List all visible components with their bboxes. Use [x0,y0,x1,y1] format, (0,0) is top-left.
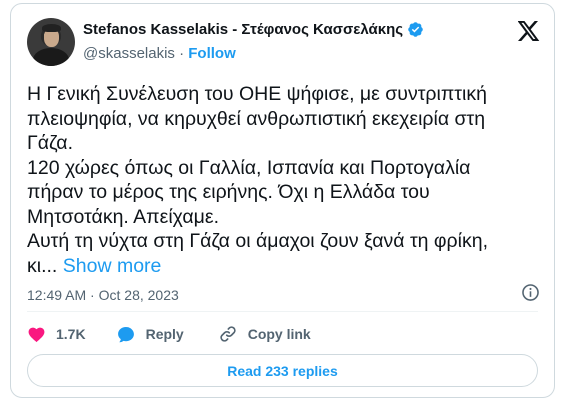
tweet-actions: 1.7K Reply Copy link [27,324,345,344]
tweet-line: Γάζα. [27,132,73,154]
author-name-row: Stefanos Kasselakis - Στέφανος Κασσελάκη… [83,21,424,38]
author-handle[interactable]: @skasselakis [83,45,175,62]
info-icon[interactable] [521,283,540,307]
follow-button[interactable]: Follow [188,45,236,62]
tweet-line-last: κι... Show more [27,254,537,279]
tweet-line: Η Γενική Συνέλευση του ΟΗΕ ψήφισε, με συ… [27,83,487,105]
read-replies-button[interactable]: Read 233 replies [27,354,538,387]
tweet-text: Η Γενική Συνέλευση του ΟΗΕ ψήφισε, με συ… [27,82,537,278]
divider [27,311,538,312]
tweet-card: Stefanos Kasselakis - Στέφανος Κασσελάκη… [10,3,555,398]
reply-label: Reply [145,326,184,342]
tweet-line: πλειοψηφία, να κηρυχθεί ανθρωπιστική εκε… [27,107,486,130]
author-handle-row: @skasselakis · Follow [83,45,236,62]
tweet-line: πήραν το μέρος της ειρήνης. Όχι η Ελλάδα… [27,181,430,203]
copy-link-button[interactable]: Copy link [218,324,311,344]
tweet-time: 12:49 AM [27,287,87,303]
reply-bubble-icon [116,325,136,344]
meta-separator: · [90,287,95,303]
verified-badge-icon [407,21,424,38]
tweet-date: Oct 28, 2023 [98,287,179,303]
tweet-line: Μητσοτάκη. Απείχαμε. [27,205,219,228]
like-button[interactable]: 1.7K [27,325,86,344]
reply-button[interactable]: Reply [116,325,184,344]
like-count: 1.7K [56,326,86,342]
x-logo-icon[interactable] [517,21,540,46]
separator: · [179,45,185,62]
show-more-link[interactable]: Show more [63,255,162,277]
read-replies-label: Read 233 replies [227,362,338,379]
link-icon [218,324,238,344]
copy-link-label: Copy link [247,326,311,342]
tweet-line: Αυτή τη νύχτα στη Γάζα οι άμαχοι ζουν ξα… [27,230,488,252]
author-name[interactable]: Stefanos Kasselakis - Στέφανος Κασσελάκη… [83,21,403,38]
heart-icon [27,325,46,344]
tweet-timestamp[interactable]: 12:49 AM · Oct 28, 2023 [27,287,179,303]
avatar[interactable] [27,18,75,66]
truncated-text: κι... [27,254,58,277]
tweet-line: 120 χώρες όπως οι Γαλλία, Ισπανία και Πο… [27,156,471,179]
